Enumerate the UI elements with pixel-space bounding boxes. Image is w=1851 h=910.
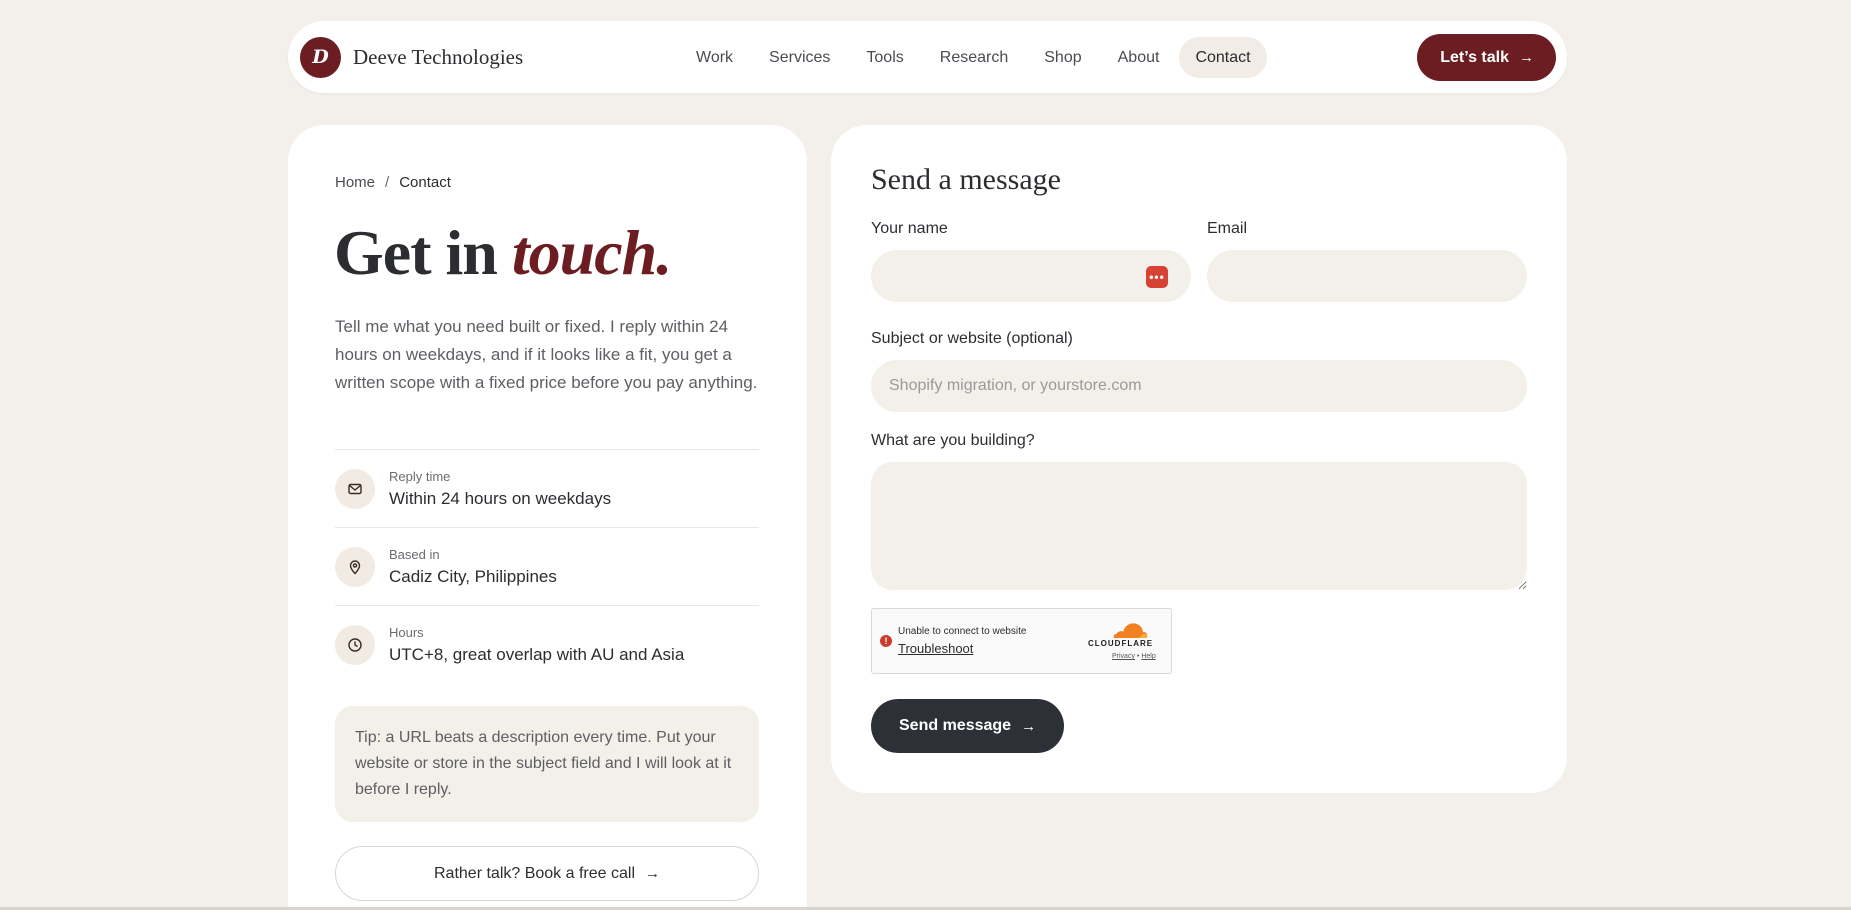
page-title: Get in touch. — [334, 213, 672, 293]
contact-info-card: Home / Contact Get in touch. Tell me wha… — [288, 125, 807, 910]
message-label: What are you building? — [871, 432, 1035, 449]
captcha-footer-links: Privacy • Help — [1112, 653, 1156, 660]
book-call-button[interactable]: Rather talk? Book a free call → — [335, 846, 759, 901]
cloudflare-wordmark: CLOUDFLARE — [1088, 639, 1154, 648]
book-call-label: Rather talk? Book a free call — [434, 864, 635, 882]
cloud-icon — [1113, 623, 1148, 638]
info-value: Cadiz City, Philippines — [389, 566, 557, 586]
troubleshoot-link[interactable]: Troubleshoot — [898, 641, 973, 656]
password-manager-icon[interactable]: ••• — [1146, 266, 1168, 288]
lets-talk-label: Let’s talk — [1440, 48, 1509, 66]
brand[interactable]: D Deeve Technologies — [300, 36, 523, 78]
clock-icon — [335, 624, 375, 665]
nav-link-tools[interactable]: Tools — [850, 37, 919, 78]
brand-name[interactable]: Deeve Technologies — [353, 45, 523, 70]
nav-link-work[interactable]: Work — [680, 37, 749, 78]
breadcrumb-home[interactable]: Home — [335, 174, 375, 191]
nav-link-research[interactable]: Research — [924, 37, 1024, 78]
email-label: Email — [1207, 220, 1248, 237]
link-separator: • — [1136, 653, 1140, 660]
location-pin-icon — [335, 546, 375, 587]
info-label: Based in — [389, 546, 440, 562]
page-title-accent: touch. — [511, 217, 672, 288]
email-input[interactable] — [1207, 250, 1527, 302]
lets-talk-button[interactable]: Let’s talk → — [1417, 34, 1556, 81]
arrow-right-icon: → — [645, 865, 660, 882]
help-link[interactable]: Help — [1141, 653, 1155, 660]
info-list: Reply time Within 24 hours on weekdays B… — [335, 449, 759, 683]
message-textarea[interactable] — [871, 462, 1527, 590]
subject-input[interactable] — [871, 360, 1527, 412]
captcha-error-text: Unable to connect to website — [898, 626, 1027, 637]
top-nav: D Deeve Technologies Work Services Tools… — [288, 21, 1567, 93]
privacy-link[interactable]: Privacy — [1112, 653, 1135, 660]
send-message-button[interactable]: Send message → — [871, 699, 1065, 753]
info-label: Reply time — [389, 468, 451, 484]
captcha-widget: ! Unable to connect to website Troublesh… — [871, 608, 1172, 674]
nav-link-about[interactable]: About — [1102, 37, 1176, 78]
nav-link-services[interactable]: Services — [753, 37, 846, 78]
brand-logo[interactable]: D — [300, 36, 341, 78]
breadcrumb-separator: / — [385, 174, 390, 191]
nav-link-shop[interactable]: Shop — [1028, 37, 1097, 78]
info-label: Hours — [389, 624, 424, 640]
arrow-right-icon: → — [1021, 717, 1037, 735]
page-title-plain: Get in — [334, 217, 512, 288]
info-row-reply-time: Reply time Within 24 hours on weekdays — [335, 449, 759, 527]
info-value: UTC+8, great overlap with AU and Asia — [389, 644, 685, 664]
intro-text: Tell me what you need built or fixed. I … — [335, 317, 758, 392]
arrow-right-icon: → — [1519, 49, 1534, 66]
subject-label: Subject or website (optional) — [871, 330, 1073, 347]
nav-link-contact[interactable]: Contact — [1179, 37, 1267, 78]
mail-icon — [335, 468, 375, 509]
tip-box: Tip: a URL beats a description every tim… — [335, 706, 759, 822]
info-row-based-in: Based in Cadiz City, Philippines — [335, 527, 759, 605]
send-message-label: Send message — [899, 717, 1012, 734]
form-title: Send a message — [871, 163, 1061, 196]
error-icon: ! — [880, 635, 892, 647]
breadcrumb: Home / Contact — [335, 174, 451, 191]
info-row-hours: Hours UTC+8, great overlap with AU and A… — [335, 605, 759, 683]
info-value: Within 24 hours on weekdays — [389, 488, 612, 508]
message-form-card: Send a message Your name ••• Email Subje… — [831, 125, 1567, 793]
breadcrumb-current: Contact — [399, 174, 451, 191]
name-label: Your name — [871, 220, 948, 237]
name-input[interactable] — [871, 250, 1191, 302]
nav-links: Work Services Tools Research Shop About … — [680, 37, 1271, 78]
